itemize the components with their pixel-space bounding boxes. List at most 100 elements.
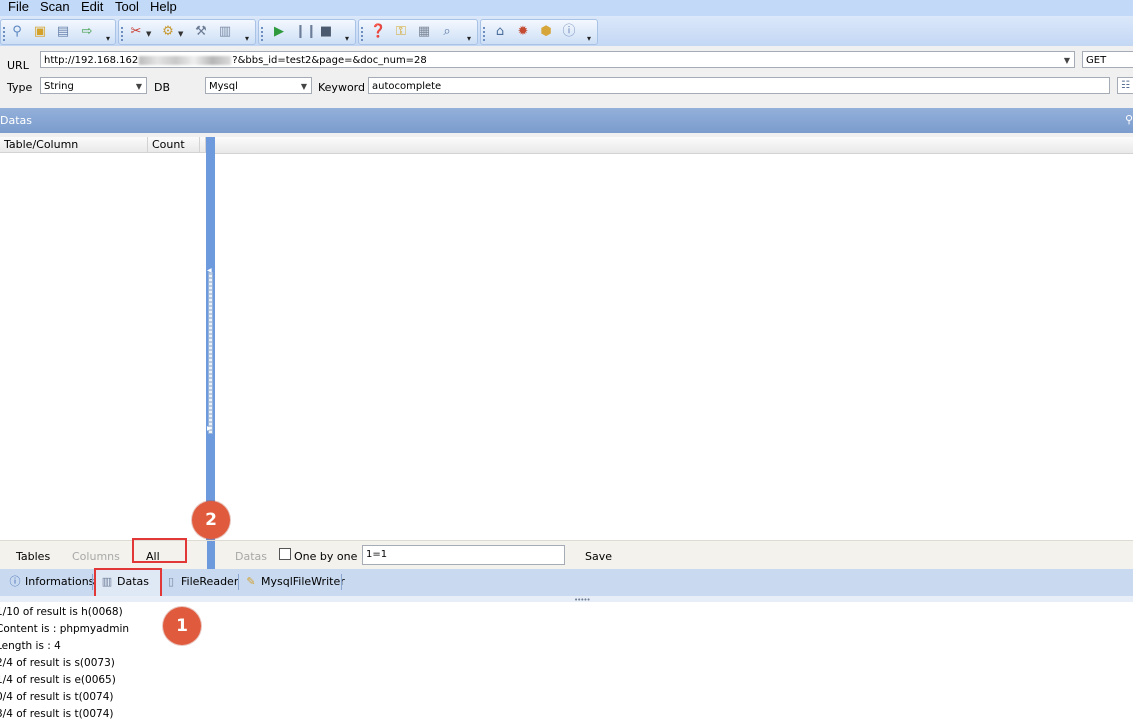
log-line: Length is : 4 [0,640,61,652]
tab-filereader[interactable]: ▯ FileReader [164,571,238,593]
toolbar: ⚲ ▣ ▤ ⇨ ▾ ✂ ▼ ⚙ ▼ ⚒ ▥ ▾ ▶ ❙❙ ■ ▾ ❓ ⚿ ▦ ⌕… [0,16,1133,46]
results-grid-header [215,137,1133,154]
folder-icon[interactable]: ▣ [32,24,48,40]
pause-icon[interactable]: ❙❙ [295,24,317,40]
settings-icon[interactable]: ⚙ [160,24,176,40]
type-label: Type [7,81,33,94]
chevron-down-icon[interactable]: ▾ [585,35,593,43]
menu-bar: File Scan Edit Tool Help [0,0,1133,16]
chevron-down-icon[interactable]: ▼ [301,78,307,93]
chevron-down-icon[interactable]: ▾ [104,35,112,43]
toolbar-group-misc: ⌂ ✹ ⬢ ⓘ ▾ [480,19,598,45]
menu-tool[interactable]: Tool [115,0,139,14]
search-icon[interactable]: ⚲ [9,24,25,40]
all-button[interactable]: All [146,550,160,563]
keyword-value: autocomplete [372,81,442,92]
condition-input[interactable]: 1=1 [362,545,565,565]
stop-icon[interactable]: ■ [318,24,334,40]
callout-step-2: 2 [192,501,230,539]
action-bar-splitter [207,541,215,570]
database-icon[interactable]: ▥ [217,24,233,40]
cut-icon[interactable]: ✂ [128,24,144,40]
key-icon[interactable]: ⚿ [393,24,409,40]
tab-informations[interactable]: ⓘ Informations [8,571,95,593]
method-select[interactable]: GET [1082,51,1133,68]
dropdown-arrow-icon[interactable]: ▼ [146,30,151,38]
chevron-down-icon[interactable]: ▼ [1064,52,1070,67]
help-icon[interactable]: ❓ [370,24,386,40]
one-by-one-checkbox[interactable] [279,548,291,560]
log-line: 3/4 of result is t(0074) [0,708,114,720]
pin-icon[interactable]: ⚲ [1125,113,1133,126]
menu-help[interactable]: Help [150,0,177,14]
db-select[interactable]: Mysql ▼ [205,77,312,94]
one-by-one-label: One by one [294,550,358,563]
tab-mysqlfilewriter[interactable]: ✎ MysqlFileWriter [244,571,345,593]
url-input[interactable]: http://192.168.162 ?&bbs_id=test2&page=&d… [40,51,1075,68]
collapse-right-icon[interactable]: ▶ [207,425,212,432]
dropdown-arrow-icon[interactable]: ▼ [178,30,183,38]
datas-button[interactable]: Datas [235,550,267,563]
toolbar-grip[interactable] [483,27,485,41]
pencil-icon: ✎ [246,575,256,588]
data-results-grid[interactable] [215,137,1133,540]
save-button[interactable]: Save [585,550,612,563]
play-icon[interactable]: ▶ [271,24,287,40]
request-form: URL http://192.168.162 ?&bbs_id=test2&pag… [0,46,1133,108]
wrench-icon[interactable]: ⚒ [193,24,209,40]
callout-step-1: 1 [163,607,201,645]
log-line: Content is : phpmyadmin [0,623,130,635]
db-value: Mysql [209,81,238,92]
options-icon[interactable]: ☷ [1117,77,1133,94]
chevron-down-icon[interactable]: ▾ [243,35,251,43]
columns-button[interactable]: Columns [72,550,120,563]
type-value: String [44,81,74,92]
column-header-count[interactable]: Count [148,137,200,153]
vertical-splitter[interactable]: ◀ ▶ [206,137,215,540]
db-label: DB [154,81,171,94]
export-icon[interactable]: ⇨ [79,24,95,40]
toolbar-group-tools: ❓ ⚿ ▦ ⌕ ▾ [358,19,478,45]
collapse-left-icon[interactable]: ◀ [207,267,212,274]
file-icon: ▯ [167,575,175,588]
tables-button[interactable]: Tables [16,550,50,563]
info-icon[interactable]: ⓘ [561,24,577,40]
url-prefix: http://192.168.162 [44,55,139,66]
zoom-icon[interactable]: ⌕ [439,24,455,40]
camera-icon[interactable]: ▦ [416,24,432,40]
database-icon: ▥ [101,575,113,588]
toolbar-grip[interactable] [3,27,5,41]
log-line: 0/4 of result is t(0074) [0,691,114,703]
type-select[interactable]: String ▼ [40,77,147,94]
bottom-tab-bar: ⓘ Informations ▥ Datas ▯ FileReader ✎ MysqlF… [0,568,1133,598]
tab-label: Informations [25,575,95,588]
tab-label: MysqlFileWriter [261,575,345,588]
home-icon[interactable]: ⌂ [492,24,508,40]
save-icon[interactable]: ▤ [55,24,71,40]
toolbar-group-edit: ✂ ▼ ⚙ ▼ ⚒ ▥ ▾ [118,19,256,45]
splitter-handle[interactable] [208,272,213,434]
keyword-input[interactable]: autocomplete [368,77,1110,94]
tab-separator [92,574,93,590]
bug-icon[interactable]: ✹ [515,24,531,40]
keyword-label: Keyword [318,81,365,94]
menu-scan[interactable]: Scan [40,0,70,14]
toolbar-grip[interactable] [121,27,123,41]
tab-datas[interactable]: ▥ Datas [100,571,149,593]
menu-edit[interactable]: Edit [81,0,103,14]
toolbar-grip[interactable] [261,27,263,41]
chevron-down-icon[interactable]: ▼ [136,78,142,93]
chevron-down-icon[interactable]: ▾ [465,35,473,43]
chevron-down-icon[interactable]: ▾ [343,35,351,43]
panel-title: Datas [0,114,32,127]
column-header-table[interactable]: Table/Column [0,137,148,153]
package-icon[interactable]: ⬢ [538,24,554,40]
url-label: URL [7,59,29,72]
table-column-list[interactable]: Table/Column Count [0,137,206,540]
tab-separator [238,574,239,590]
tab-label: Datas [117,575,149,588]
menu-file[interactable]: File [8,0,29,14]
toolbar-grip[interactable] [361,27,363,41]
redacted-url-segment [139,55,232,65]
datas-panel-header: Datas ⚲ [0,108,1133,133]
